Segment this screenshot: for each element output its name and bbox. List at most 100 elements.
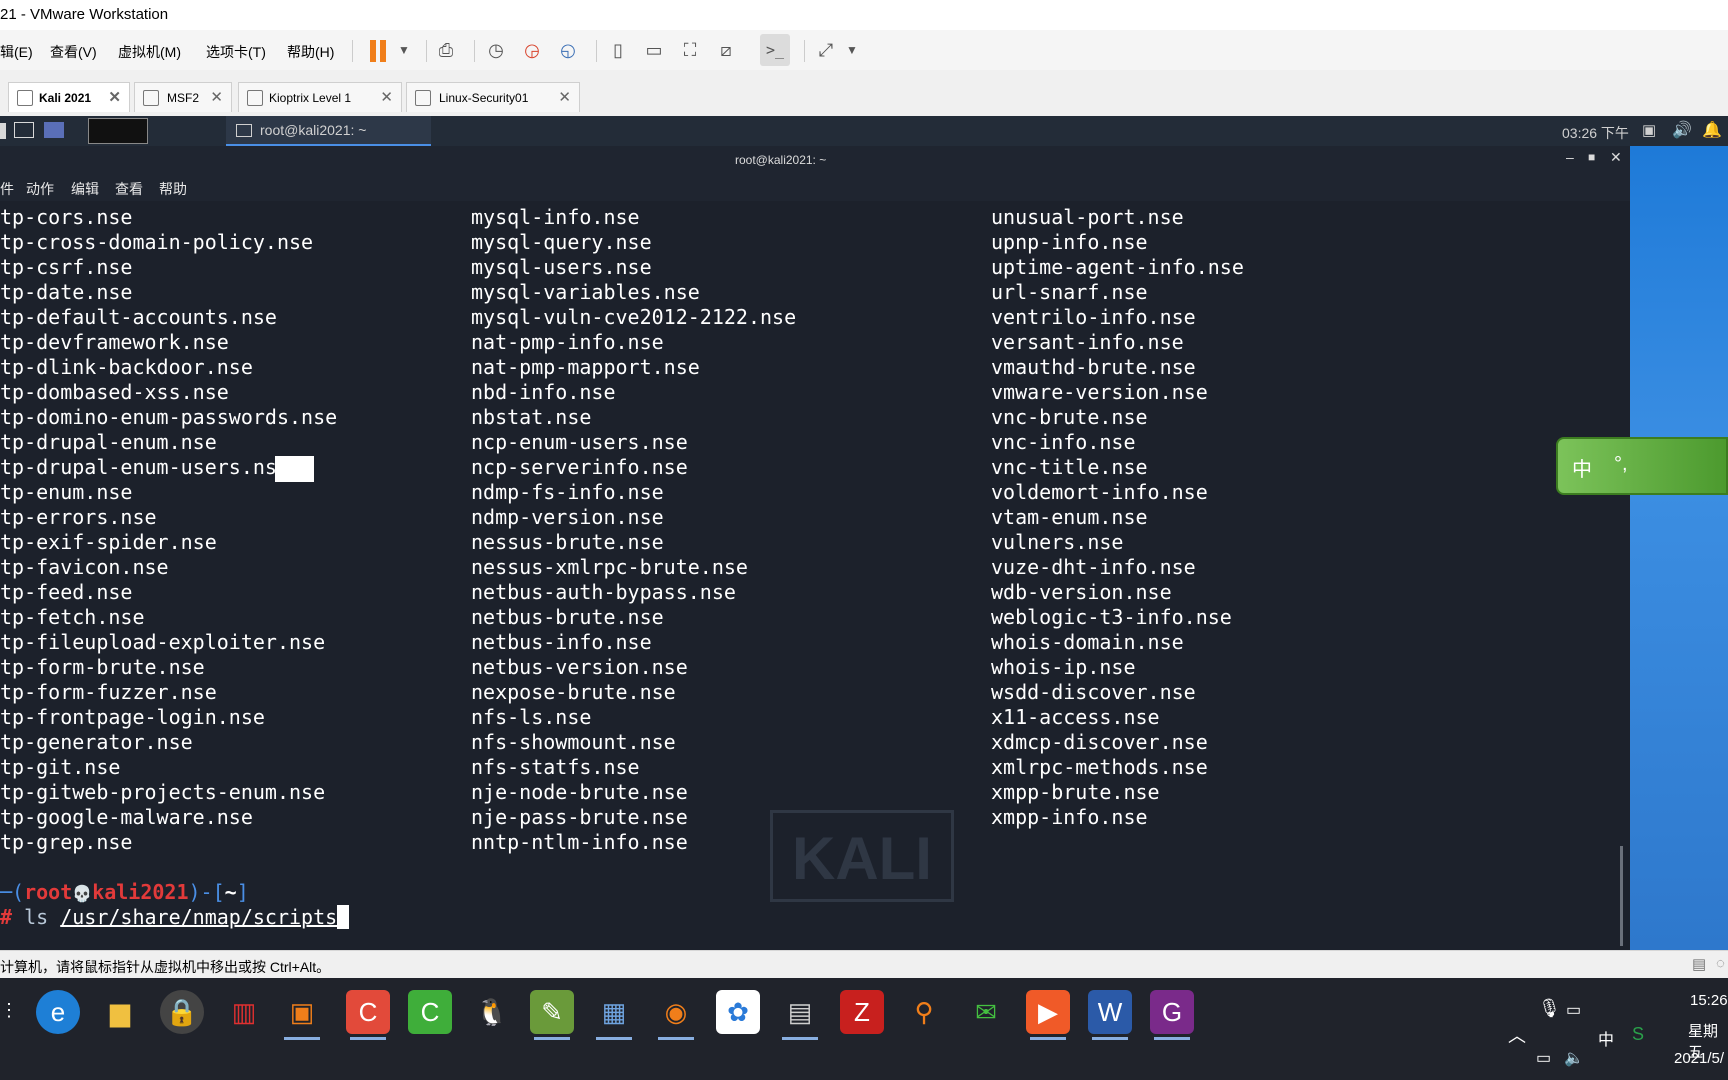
app-red-icon[interactable]: ▥ (222, 990, 266, 1034)
file-entry: unusual-port.nse (991, 205, 1184, 229)
stretch-icon[interactable]: ⤢ (814, 38, 838, 62)
file-entry: netbus-brute.nse (471, 605, 664, 629)
speaker-icon[interactable]: 🔈 (1564, 1048, 1584, 1068)
pdf-icon[interactable]: G (1150, 990, 1194, 1040)
sidebar-icon[interactable]: ▯ (606, 38, 630, 62)
ime-punctuation[interactable]: °, (1614, 453, 1628, 476)
chevron-down-icon[interactable]: ▼ (392, 38, 416, 62)
app-c-green-icon[interactable]: C (408, 990, 452, 1034)
terminal-output[interactable]: KALI tp-cors.nse tp-cross-domain-policy.n… (0, 201, 1630, 950)
app-orange-icon[interactable]: ▶ (1026, 990, 1070, 1040)
filezilla-icon[interactable]: Z (840, 990, 884, 1034)
panel-menu-icon[interactable] (0, 123, 6, 139)
remote-desktop-icon[interactable]: ▦ (592, 990, 636, 1040)
thumbnail-icon[interactable]: ▭ (642, 38, 666, 62)
chevron-down-icon[interactable]: ▼ (840, 38, 864, 62)
notification-bell-icon[interactable]: 🔔 (1702, 120, 1722, 140)
terminal-scrollbar[interactable] (1620, 846, 1623, 946)
tab-kali-2021[interactable]: Kali 2021 ✕ (8, 82, 130, 112)
display-icon[interactable]: ▣ (1642, 121, 1656, 139)
workspace-switcher[interactable] (88, 118, 148, 144)
qq-icon[interactable]: 🐧 (470, 990, 514, 1034)
tab-label: MSF2 (167, 91, 200, 105)
ime-indicator[interactable]: 中 (1598, 1026, 1614, 1050)
menu-edit[interactable]: 辑(E) (0, 42, 33, 62)
tab-kioptrix-level-1[interactable]: Kioptrix Level 1 ✕ (238, 82, 402, 112)
firefox-icon[interactable]: ◉ (654, 990, 698, 1040)
file-entry: ventrilo-info.nse (991, 305, 1196, 329)
app-c-red-icon[interactable]: C (346, 990, 390, 1040)
command-line[interactable]: # ls /usr/share/nmap/scripts (0, 905, 350, 930)
edge-icon[interactable]: e (36, 990, 80, 1034)
word-icon[interactable]: W (1088, 990, 1132, 1040)
file-entry: uptime-agent-info.nse (991, 255, 1244, 279)
file-entry: tp-errors.nse (0, 505, 157, 529)
app-blue-icon[interactable]: ✿ (716, 990, 760, 1034)
file-entry: tp-drupal-enum.nse (0, 430, 217, 454)
panel-task-button[interactable]: root@kali2021: ~ (226, 116, 431, 146)
close-icon[interactable]: ✕ (1610, 149, 1622, 166)
tab-linux-security01[interactable]: Linux-Security01 ✕ (406, 82, 580, 112)
network-adapter-icon[interactable]: ▤ (1692, 955, 1706, 973)
close-icon[interactable]: ✕ (558, 88, 571, 106)
menu-tabs[interactable]: 选项卡(T) (206, 42, 266, 62)
menu-view[interactable]: 查看(V) (50, 42, 97, 62)
snapshot-manager-icon[interactable]: ◵ (556, 38, 580, 62)
snapshot-icon[interactable]: ◷ (484, 38, 508, 62)
tab-label: Linux-Security01 (439, 91, 529, 105)
close-icon[interactable]: ✕ (210, 88, 223, 106)
terminal-menu-view[interactable]: 查看 (115, 179, 143, 199)
pause-icon[interactable] (370, 40, 376, 62)
menu-help[interactable]: 帮助(H) (287, 42, 334, 62)
panel-clock[interactable]: 03:26 下午 (1562, 123, 1629, 143)
file-explorer-icon[interactable]: ▆ (98, 990, 142, 1034)
file-entry: tp-grep.nse (0, 830, 133, 854)
revert-snapshot-icon[interactable]: ◶ (520, 38, 544, 62)
close-icon[interactable]: ✕ (380, 88, 393, 106)
terminal-app-icon[interactable]: ▤ (778, 990, 822, 1040)
search-icon[interactable]: ⚲ (902, 990, 946, 1034)
file-entry: netbus-info.nse (471, 630, 652, 654)
vmware-icon[interactable]: ▣ (280, 990, 324, 1040)
fullscreen-icon[interactable]: ⛶ (678, 38, 702, 62)
terminal-menu-help[interactable]: 帮助 (159, 179, 187, 199)
device-icon[interactable]: ◌ (1716, 955, 1725, 972)
notepad-icon[interactable]: ✎ (530, 990, 574, 1040)
lock-icon[interactable]: 🔒 (160, 990, 204, 1034)
minimize-icon[interactable]: – (1566, 149, 1574, 165)
skull-icon: 💀 (72, 884, 93, 903)
sogou-icon[interactable]: S (1632, 1024, 1644, 1045)
taskbar-time[interactable]: 15:26 (1690, 992, 1728, 1009)
terminal-menu-edit[interactable]: 编辑 (71, 179, 99, 199)
command-name: ls (24, 905, 61, 929)
network-icon[interactable]: ▭ (1536, 1048, 1551, 1068)
wechat-icon[interactable]: ✉ (964, 990, 1008, 1034)
file-entry: mysql-variables.nse (471, 280, 700, 304)
close-icon[interactable]: ✕ (108, 88, 121, 106)
unity-icon[interactable]: ⧄ (714, 38, 738, 62)
chevron-up-icon[interactable]: ︿ (1508, 1022, 1526, 1048)
maximize-icon[interactable]: ■ (1588, 150, 1595, 164)
file-entry: weblogic-t3-info.nse (991, 605, 1232, 629)
microphone-icon[interactable]: 🎙 (1538, 998, 1561, 1019)
menu-vm[interactable]: 虚拟机(M) (118, 42, 181, 62)
tab-msf2[interactable]: MSF2 ✕ (134, 82, 232, 112)
workspace-icon[interactable] (44, 122, 64, 138)
listing-column-3: unusual-port.nse upnp-info.nse uptime-agen… (991, 205, 1244, 830)
ime-mode[interactable]: 中 (1572, 453, 1592, 482)
taskbar-date[interactable]: 2021/5/ (1674, 1050, 1724, 1067)
vm-status-bar: 计算机，请将鼠标指针从虚拟机中移出或按 Ctrl+Alt。 ▤ ◌ (0, 950, 1728, 979)
file-entry: whois-ip.nse (991, 655, 1136, 679)
ime-toolbar[interactable]: 中 °, (1556, 437, 1728, 495)
file-entry: nje-node-brute.nse (471, 780, 688, 804)
file-entry: netbus-version.nse (471, 655, 688, 679)
terminal-menu-actions[interactable]: 动作 (26, 179, 54, 199)
send-keys-icon[interactable]: ⎙ (434, 38, 458, 62)
volume-icon[interactable]: 🔊 (1672, 120, 1692, 140)
console-icon: >_ (765, 41, 785, 59)
terminal-launcher-icon[interactable] (14, 122, 34, 138)
file-entry: nntp-ntlm-info.nse (471, 830, 688, 854)
terminal-menu-file[interactable]: 件 (0, 179, 14, 199)
file-entry: xdmcp-discover.nse (991, 730, 1208, 754)
battery-icon[interactable]: ▭ (1566, 1000, 1581, 1020)
